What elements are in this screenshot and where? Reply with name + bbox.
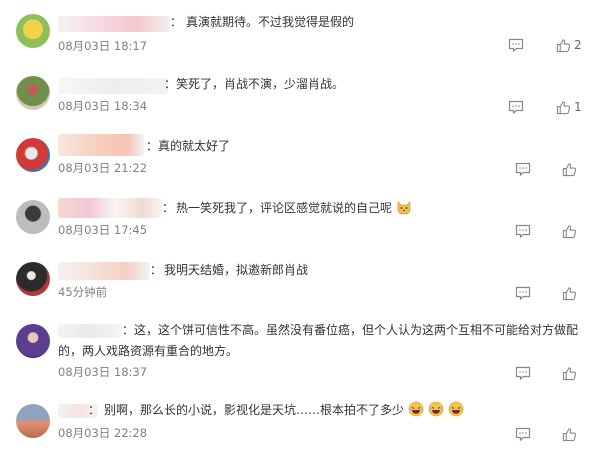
like-button[interactable]: 2 (556, 37, 582, 53)
avatar[interactable] (16, 200, 50, 234)
like-button[interactable]: 1 (556, 99, 582, 115)
like-button[interactable] (562, 285, 580, 301)
comment-text: 笑死了，肖战不演，少溜肖战。 (176, 77, 345, 91)
thumbs-up-icon (562, 162, 577, 176)
comment-time: 08月03日 18:37 (58, 365, 148, 379)
username-blurred[interactable] (58, 16, 170, 32)
avatar[interactable] (16, 138, 50, 172)
thumbs-up-icon (562, 366, 577, 380)
thumbs-up-icon (556, 100, 571, 114)
thumbs-up-icon (562, 427, 577, 441)
comment-separator: ： (170, 15, 183, 29)
like-count: 1 (574, 100, 582, 114)
username-blurred[interactable] (58, 262, 150, 280)
laughing-emoji (448, 401, 463, 417)
like-count: 2 (574, 38, 582, 52)
comment-text: 真演就期待。不过我觉得是假的 (186, 15, 355, 29)
like-button[interactable] (562, 223, 580, 239)
comment-text: 我明天结婚，拟邀新郎肖战 (164, 263, 309, 277)
like-button[interactable] (562, 365, 580, 381)
laughing-emoji (428, 401, 443, 417)
comment-time: 08月03日 22:28 (58, 426, 148, 440)
comment-separator: ： (88, 403, 101, 417)
comment-time: 08月03日 18:34 (58, 99, 148, 113)
comment-time: 08月03日 17:45 (58, 223, 148, 237)
reply-icon[interactable] (515, 162, 531, 176)
thumbs-up-icon (562, 286, 577, 300)
comment-text-content: 别啊，那么长的小说，影视化是天坑……根本拍不了多少 (104, 403, 405, 417)
laughing-emoji (408, 401, 424, 417)
comment-text: 热一笑死我了，评论区感觉就说的自己呢 (176, 198, 412, 219)
comment-list: ： 真演就期待。不过我觉得是假的 08月03日 18:17 2 ： 笑死了，肖战… (0, 0, 600, 452)
cat-face-emoji (397, 201, 411, 215)
like-button[interactable] (562, 426, 580, 442)
avatar[interactable] (16, 324, 50, 358)
comment-separator: ： (150, 263, 163, 277)
reply-icon[interactable] (508, 38, 524, 52)
username-blurred[interactable] (58, 198, 162, 218)
avatar[interactable] (16, 14, 50, 48)
thumbs-up-icon (556, 38, 571, 52)
reply-icon[interactable] (515, 366, 531, 380)
reply-icon[interactable] (515, 286, 531, 300)
avatar[interactable] (16, 76, 50, 110)
comment-separator: ： (146, 139, 159, 153)
thumbs-up-icon (562, 224, 577, 238)
username-blurred[interactable] (58, 78, 168, 94)
comment-text-content: 热一笑死我了，评论区感觉就说的自己呢 (176, 201, 393, 215)
reply-icon[interactable] (515, 224, 531, 238)
comment-text: 这，这个饼可信性不高。虽然没有番位癌，但个人认为这两个互相不可能给对方做配的，两… (58, 323, 579, 358)
reply-icon[interactable] (508, 100, 524, 114)
username-blurred[interactable] (58, 134, 144, 156)
reply-icon[interactable] (515, 427, 531, 441)
comment-separator: ： (162, 201, 175, 215)
comment-text: 别啊，那么长的小说，影视化是天坑……根本拍不了多少 (104, 400, 464, 421)
comment-time: 08月03日 21:22 (58, 161, 148, 175)
avatar[interactable] (16, 404, 50, 438)
like-button[interactable] (562, 161, 580, 177)
avatar[interactable] (16, 262, 50, 296)
comment-time: 08月03日 18:17 (58, 39, 148, 53)
comment-separator: ： (164, 77, 177, 91)
comment-text: 真的就太好了 (158, 139, 231, 153)
comment-time: 45分钟前 (58, 285, 108, 299)
